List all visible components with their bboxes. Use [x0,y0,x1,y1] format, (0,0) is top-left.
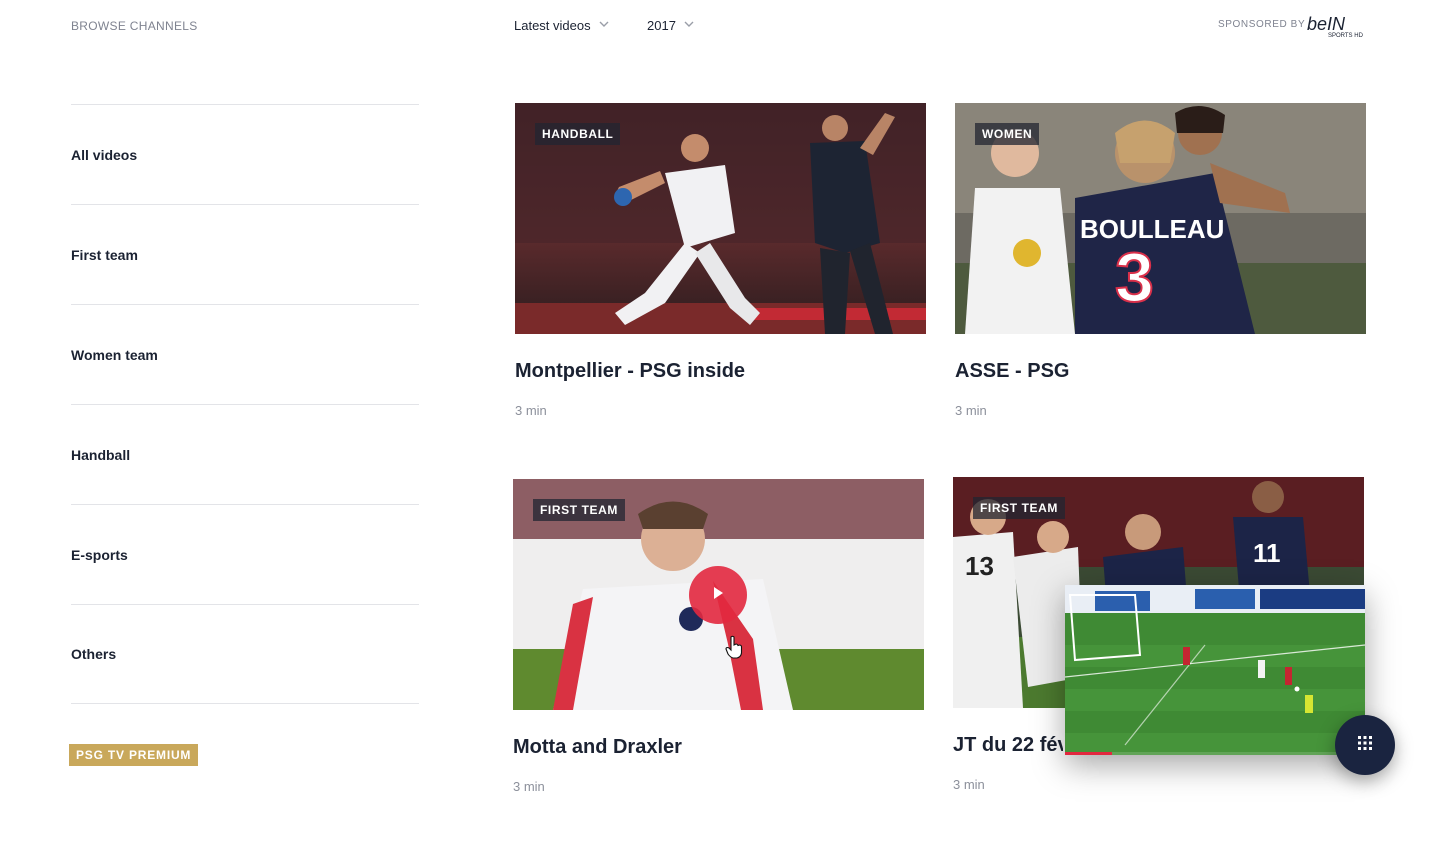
top-bar: BROWSE CHANNELS Latest videos 2017 SPONS… [0,0,1440,60]
sidebar-item-label: First team [71,246,138,263]
sponsor-logo-sub: SPORTS HD [1328,33,1364,39]
grid-menu-button[interactable] [1335,715,1395,775]
play-button[interactable] [689,566,747,624]
sidebar-item-label: Handball [71,446,131,463]
sidebar-item-first-team[interactable]: First team [71,204,419,304]
sidebar-item-e-sports[interactable]: E-sports [71,504,419,604]
video-duration: 3 min [515,403,547,418]
filter-year[interactable]: 2017 [647,18,694,33]
sidebar-item-others[interactable]: Others [71,604,419,704]
chevron-down-icon [684,19,694,29]
video-duration: 3 min [955,403,987,418]
hand-cursor-icon [725,635,743,659]
filter-year-label: 2017 [647,18,676,33]
video-card[interactable]: HANDBALL Montpellier - PSG inside 3 min [515,103,926,418]
mini-video-player[interactable] [1065,585,1365,755]
sidebar-item-label: E-sports [71,546,128,563]
sidebar-item-handball[interactable]: Handball [71,404,419,504]
sidebar-item-label: Others [71,646,117,662]
video-title[interactable]: JT du 22 févr [953,734,1063,757]
play-icon [712,586,724,605]
video-card[interactable]: BOULLEAU 3 WOMEN ASSE - PSG 3 min [955,103,1366,418]
mini-player-frame [1065,585,1365,755]
filter-latest-videos-label: Latest videos [514,18,591,33]
svg-text:13: 13 [965,551,994,581]
video-duration: 3 min [953,777,985,792]
video-card[interactable]: FIRST TEAM Motta and Draxler 3 min [513,479,924,794]
svg-text:11: 11 [1253,538,1281,568]
sponsor-logo-text: beIN [1307,14,1346,34]
video-duration: 3 min [513,779,545,794]
sponsored-by-label: SPONSORED BY [1218,19,1306,30]
mini-player-progress-fill [1065,752,1112,755]
video-thumbnail[interactable]: HANDBALL [515,103,926,334]
sidebar-item-label: All videos [71,146,138,163]
bein-sports-logo: beIN SPORTS HD [1306,13,1366,39]
category-tag: FIRST TEAM [533,499,625,521]
sidebar-item-all-videos[interactable]: All videos [71,104,419,204]
svg-text:3: 3 [1115,238,1154,316]
video-title[interactable]: ASSE - PSG [955,360,1366,383]
sidebar-item-label: Women team [71,346,158,363]
category-tag: FIRST TEAM [973,497,1065,519]
browse-channels-label: BROWSE CHANNELS [71,19,198,33]
video-thumbnail[interactable]: BOULLEAU 3 WOMEN [955,103,1366,334]
channel-sidebar: All videos First team Women team Handbal… [71,104,419,704]
filter-latest-videos[interactable]: Latest videos [514,18,609,33]
psg-tv-premium-badge[interactable]: PSG TV PREMIUM [69,744,199,766]
sidebar-item-women-team[interactable]: Women team [71,304,419,404]
video-title[interactable]: Montpellier - PSG inside [515,360,926,383]
category-tag: HANDBALL [535,123,621,145]
video-title[interactable]: Motta and Draxler [513,736,924,759]
grid-menu-icon [1358,735,1372,755]
category-tag: WOMEN [975,123,1040,145]
chevron-down-icon [599,19,609,29]
video-thumbnail[interactable]: FIRST TEAM [513,479,924,710]
